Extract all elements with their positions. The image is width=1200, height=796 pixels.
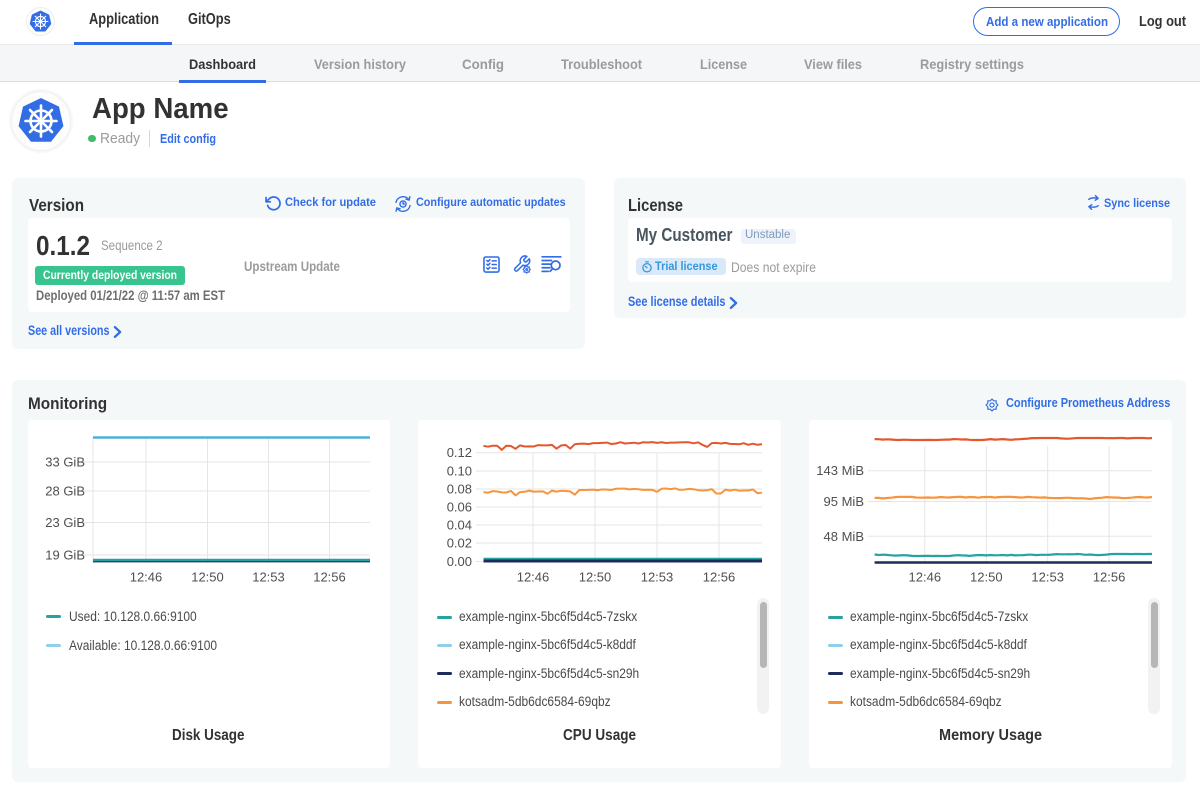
svg-text:0.06: 0.06 [447,500,472,515]
svg-text:12:53: 12:53 [641,570,674,585]
svg-text:12:46: 12:46 [517,570,550,585]
svg-text:143 MiB: 143 MiB [816,463,864,478]
svg-text:12:46: 12:46 [130,570,163,585]
svg-text:12:50: 12:50 [579,570,612,585]
svg-text:33 GiB: 33 GiB [45,455,85,470]
svg-text:0.02: 0.02 [447,536,472,551]
svg-text:12:50: 12:50 [191,570,224,585]
svg-text:0.10: 0.10 [447,464,472,479]
svg-text:12:56: 12:56 [1093,570,1126,585]
svg-text:28 GiB: 28 GiB [45,484,85,499]
svg-text:48 MiB: 48 MiB [824,529,864,544]
svg-text:95 MiB: 95 MiB [824,494,864,509]
svg-text:12:46: 12:46 [909,570,942,585]
svg-text:0.04: 0.04 [447,518,472,533]
svg-text:12:50: 12:50 [970,570,1003,585]
svg-text:0.00: 0.00 [447,554,472,569]
svg-text:19 GiB: 19 GiB [45,548,85,563]
svg-text:12:53: 12:53 [1031,570,1064,585]
svg-text:23 GiB: 23 GiB [45,515,85,530]
svg-text:12:56: 12:56 [313,570,346,585]
svg-text:12:53: 12:53 [252,570,285,585]
svg-text:0.08: 0.08 [447,482,472,497]
svg-text:12:56: 12:56 [703,570,736,585]
svg-text:0.12: 0.12 [447,445,472,460]
